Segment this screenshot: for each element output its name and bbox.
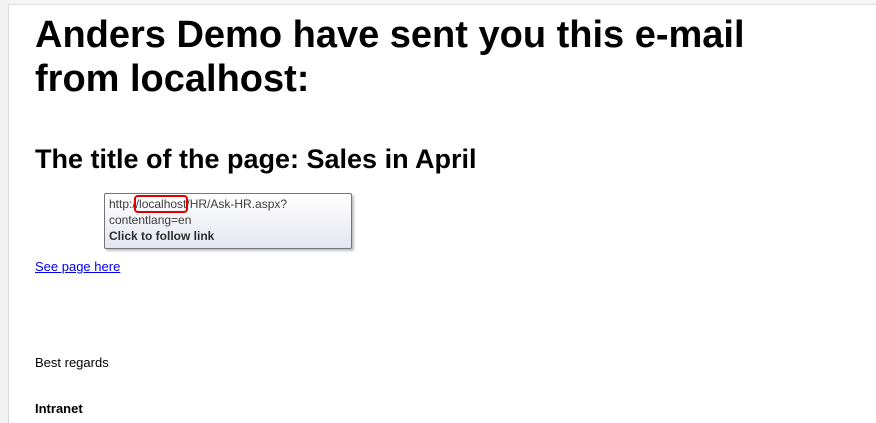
signature-text: Intranet [35, 401, 83, 416]
closing-text: Best regards [35, 355, 109, 370]
heading-line-2: from localhost: [35, 58, 310, 100]
tooltip-url-line-1: http://localhost/HR/Ask-HR.aspx? [109, 195, 347, 213]
link-tooltip: http://localhost/HR/Ask-HR.aspx? content… [104, 193, 352, 249]
tooltip-action-text: Click to follow link [109, 229, 215, 243]
page-title-line: The title of the page: Sales in April [35, 144, 477, 174]
tooltip-url-suffix: /HR/Ask-HR.aspx? [186, 197, 288, 211]
window-left-border [0, 0, 9, 423]
tooltip-url-prefix: http:/ [109, 197, 136, 211]
email-heading: Anders Demo have sent you this e-mail fr… [35, 13, 873, 101]
heading-line-1: Anders Demo have sent you this e-mail [35, 14, 745, 56]
tooltip-url-line-2: contentlang=en [109, 213, 192, 227]
see-page-link[interactable]: See page here [35, 259, 120, 275]
email-body: Anders Demo have sent you this e-mail fr… [0, 0, 876, 423]
tooltip-url-host-highlight: /localhost [133, 195, 189, 213]
window-top-border [8, 0, 876, 5]
